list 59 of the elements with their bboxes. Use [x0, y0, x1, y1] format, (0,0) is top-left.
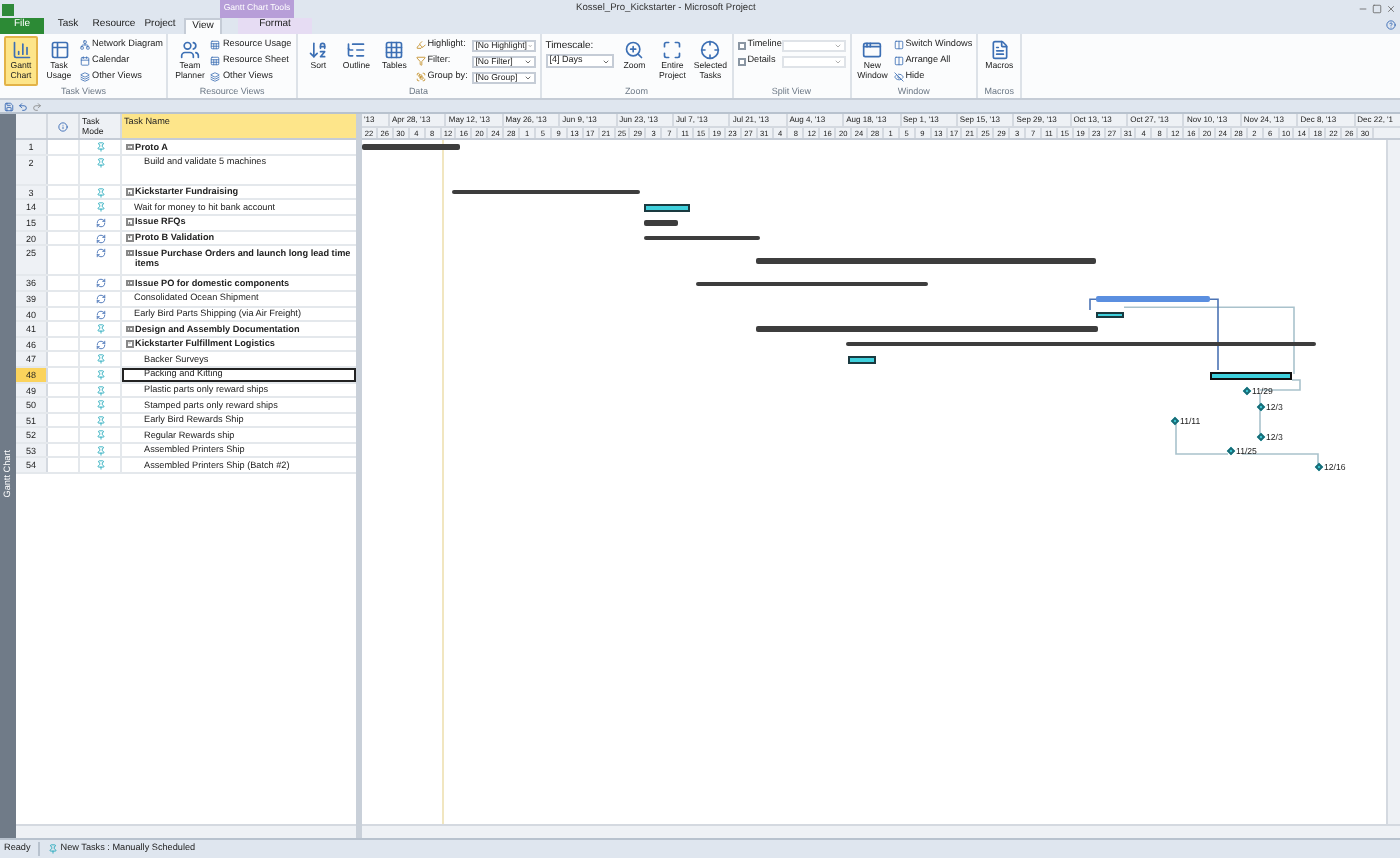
network-icon — [80, 40, 90, 51]
hide-icon — [893, 72, 904, 83]
collapse-icon[interactable] — [126, 143, 133, 150]
windows-icon — [893, 56, 904, 67]
expand-icon[interactable] — [126, 218, 133, 226]
expand-icon[interactable] — [126, 249, 133, 257]
outline-icon — [346, 40, 367, 60]
group-icon — [415, 72, 426, 83]
windows-icon — [893, 40, 904, 51]
people-icon — [179, 40, 200, 60]
maximize-icon[interactable] — [1372, 4, 1382, 14]
link-line — [1175, 423, 1229, 455]
link-line — [1089, 298, 1097, 311]
checkbox[interactable] — [737, 41, 746, 50]
expand-icon[interactable] — [126, 188, 133, 196]
summary-bar[interactable] — [696, 281, 928, 286]
undo-icon[interactable] — [18, 101, 28, 111]
horizontal-scrollbar[interactable] — [362, 824, 1400, 838]
calendar-icon — [80, 56, 90, 67]
expand-icon[interactable] — [126, 325, 133, 333]
sort-icon — [308, 40, 329, 60]
milestone-icon[interactable] — [1314, 462, 1324, 471]
checkbox[interactable] — [737, 57, 746, 66]
highlighter-icon — [415, 40, 426, 51]
summary-bar[interactable] — [644, 235, 760, 241]
filter-icon — [415, 56, 426, 67]
collapse-icon[interactable] — [126, 340, 133, 348]
expand-icon[interactable] — [126, 279, 133, 287]
table-icon — [49, 40, 69, 60]
summary-bar[interactable] — [452, 190, 640, 195]
window-icon — [862, 40, 883, 60]
info-icon — [58, 121, 68, 131]
save-icon[interactable] — [4, 101, 14, 111]
chart-icon — [11, 40, 31, 60]
crosshair-icon — [700, 40, 721, 60]
expand-icon[interactable] — [126, 234, 133, 242]
redo-icon[interactable] — [32, 101, 42, 111]
task-bar[interactable] — [1210, 372, 1292, 380]
task-bar[interactable] — [644, 204, 690, 212]
expand-icon — [662, 40, 683, 60]
sheet-icon — [210, 40, 221, 51]
link-line — [1241, 453, 1319, 465]
app-logo-icon — [2, 3, 14, 15]
grid-icon — [384, 40, 405, 60]
help-icon[interactable] — [1386, 20, 1396, 30]
task-bar[interactable] — [1096, 311, 1124, 319]
sheet-icon — [210, 56, 221, 67]
horizontal-scrollbar[interactable] — [16, 824, 356, 838]
document-icon — [989, 40, 1010, 60]
milestone-icon[interactable] — [1226, 447, 1236, 456]
task-bar[interactable] — [848, 356, 876, 364]
layers-icon — [210, 72, 221, 83]
layers-icon — [80, 72, 90, 83]
pin-icon — [48, 843, 59, 854]
vertical-scrollbar[interactable] — [1386, 140, 1400, 824]
zoom-icon — [624, 40, 645, 60]
milestone-icon[interactable] — [1170, 416, 1180, 426]
milestone-icon[interactable] — [1256, 432, 1266, 441]
summary-bar[interactable] — [846, 342, 1316, 347]
